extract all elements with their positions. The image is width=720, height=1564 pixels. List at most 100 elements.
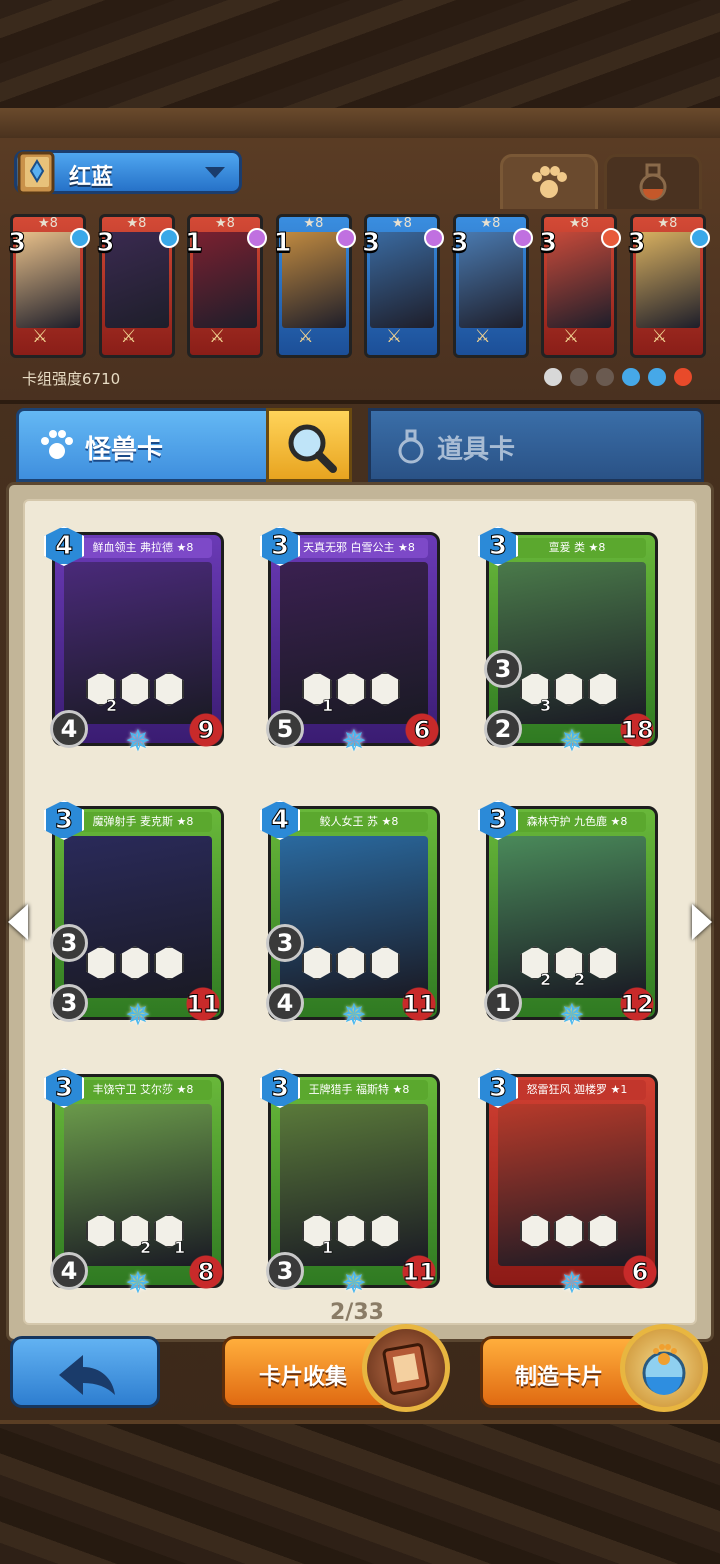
card-attack: 4 — [50, 1252, 88, 1290]
deck-card-gem-icon — [601, 228, 621, 248]
rarity-star-icon: ✵ — [559, 724, 585, 759]
monster-card[interactable]: 森林守护 九色鹿 ★8 3 ✵ 12 1 2 2 — [478, 800, 662, 1033]
craft-card-label: 制造卡片 — [515, 1365, 604, 1390]
monster-card[interactable]: 鲛人女王 苏 ★8 4 ✵ 11 4 3 — [260, 800, 444, 1033]
wind-icon — [648, 368, 666, 386]
monster-card[interactable]: 丰饶守卫 艾尔莎 ★8 3 ✵ 8 4 2 1 — [44, 1068, 228, 1301]
monster-card[interactable]: 魔弹射手 麦克斯 ★8 3 ✵ 11 3 3 — [44, 800, 228, 1033]
tab-monster-label: 怪兽卡 — [85, 435, 164, 465]
card-collection-book-icon[interactable] — [362, 1324, 450, 1412]
monster-card[interactable]: 王牌猎手 福斯特 ★8 3 ✵ 11 3 1 — [260, 1068, 444, 1301]
card-title: 鲜血领主 弗拉德 ★8 — [74, 538, 212, 558]
water-icon — [622, 368, 640, 386]
card-health: 8 — [184, 1254, 228, 1290]
deck-selector-dropdown[interactable]: 红蓝 — [14, 150, 242, 195]
deck-card-7[interactable]: ★8 3 ⚔ — [538, 214, 621, 358]
equip-slot-level: 3 — [540, 696, 552, 716]
equip-slot-level: 1 — [322, 1238, 334, 1258]
paw-icon — [41, 430, 73, 459]
card-title: 亶爰 类 ★8 — [508, 538, 646, 558]
deck-card-6[interactable]: ★8 3 ⚔ — [450, 214, 533, 358]
rarity-star-icon: ✵ — [125, 998, 151, 1033]
card-armor: 3 — [266, 924, 304, 962]
rarity-star-icon: ✵ — [341, 998, 367, 1033]
rarity-star-icon: ✵ — [125, 1266, 151, 1301]
deck-panel: 红蓝 ★8 3 ⚔ ★8 3 ⚔ ★8 1 ⚔ ★8 1 ⚔ ★8 3 ⚔ ★8 3 ⚔ ★8 3 ⚔ ★8 3 ⚔ 卡组强度… — [0, 138, 720, 404]
deck-power-label: 卡组强度6710 — [22, 370, 121, 388]
deck-card-equip-icon: ⚔ — [563, 326, 580, 347]
deck-card-cost: 1 — [273, 228, 292, 259]
fire-icon — [674, 368, 692, 386]
card-health: 11 — [394, 986, 444, 1022]
deck-card-2[interactable]: ★8 3 ⚔ — [96, 214, 179, 358]
rarity-star-icon: ✵ — [341, 724, 367, 759]
tab-creature-filter[interactable] — [500, 154, 598, 209]
deck-card-equip-icon: ⚔ — [297, 326, 314, 347]
deck-card-cost: 3 — [96, 228, 115, 259]
card-health: 18 — [612, 712, 662, 748]
chevron-down-icon — [205, 167, 225, 178]
deck-card-cost: 3 — [450, 228, 469, 259]
monster-card[interactable]: 天真无邪 白雪公主 ★8 3 ✵ 6 5 1 — [260, 526, 444, 759]
deck-card-equip-icon: ⚔ — [474, 326, 491, 347]
deck-card-gem-icon — [689, 228, 710, 248]
collection-tabs: 怪兽卡 道具卡 — [0, 402, 720, 484]
equip-slot-level: 1 — [322, 696, 334, 716]
deck-card-gem-icon — [70, 228, 90, 248]
card-title: 森林守护 九色鹿 ★8 — [508, 812, 646, 832]
deck-name: 红蓝 — [69, 165, 114, 190]
deck-card-cost: 1 — [184, 228, 204, 259]
card-title: 王牌猎手 福斯特 ★8 — [290, 1080, 428, 1100]
card-attack: 4 — [266, 984, 304, 1022]
next-page-arrow[interactable] — [692, 904, 712, 940]
card-title: 丰饶守卫 艾尔莎 ★8 — [74, 1080, 212, 1100]
card-health: 6 — [400, 712, 444, 748]
deck-element-icons — [544, 366, 692, 390]
paw-icon — [532, 166, 567, 198]
card-health: 12 — [612, 986, 662, 1022]
deck-card-cost: 3 — [538, 228, 558, 259]
monster-card[interactable]: 鲜血领主 弗拉德 ★8 4 ✵ 9 4 2 — [44, 526, 228, 759]
potion-icon — [398, 429, 424, 464]
deck-card-equip-icon: ⚔ — [651, 326, 668, 347]
deck-card-gem-icon — [158, 228, 179, 248]
card-attack: 4 — [50, 710, 88, 748]
deck-card-equip-icon: ⚔ — [209, 326, 226, 347]
rarity-star-icon: ✵ — [559, 998, 585, 1033]
equip-slot-level: 2 — [106, 696, 118, 716]
rarity-star-icon: ✵ — [559, 1266, 585, 1301]
card-health: 11 — [394, 1254, 444, 1290]
equip-slot-level: 1 — [174, 1238, 186, 1258]
back-button[interactable] — [10, 1336, 160, 1408]
deck-card-equip-icon: ⚔ — [32, 326, 49, 347]
deck-card-5[interactable]: ★8 3 ⚔ — [361, 214, 444, 358]
deck-card-cost: 3 — [7, 228, 27, 259]
card-attack: 3 — [50, 984, 88, 1022]
deck-card-8[interactable]: ★8 3 ⚔ — [627, 214, 710, 358]
page-indicator: 2/33 — [330, 1300, 384, 1325]
rarity-star-icon: ✵ — [341, 1266, 367, 1301]
monster-card[interactable]: 亶爰 类 ★8 3 ✵ 18 2 3 3 — [478, 526, 662, 759]
card-collection-label: 卡片收集 — [259, 1365, 348, 1390]
deck-card-1[interactable]: ★8 3 ⚔ — [7, 214, 90, 358]
prev-page-arrow[interactable] — [8, 904, 28, 940]
craft-potion-icon[interactable] — [620, 1324, 708, 1412]
potion-icon — [642, 1344, 686, 1395]
card-attack: 3 — [266, 1252, 304, 1290]
deck-card-3[interactable]: ★8 1 ⚔ — [184, 214, 267, 358]
deck-card-list: ★8 3 ⚔ ★8 3 ⚔ ★8 1 ⚔ ★8 1 ⚔ ★8 3 ⚔ ★8 3 ⚔ ★8 3 ⚔ ★8 3 ⚔ — [7, 214, 710, 362]
equip-slot-level: 2 — [540, 970, 552, 990]
deck-card-4[interactable]: ★8 1 ⚔ — [273, 214, 356, 358]
card-attack: 2 — [484, 710, 522, 748]
tab-prop-cards[interactable]: 道具卡 — [368, 408, 704, 482]
deck-card-equip-icon: ⚔ — [120, 326, 137, 347]
top-wood-background — [0, 0, 720, 110]
search-icon — [288, 424, 337, 473]
tab-monster-cards[interactable]: 怪兽卡 — [16, 408, 270, 482]
card-book-icon — [382, 1343, 430, 1395]
potion-icon — [639, 163, 667, 201]
monster-card[interactable]: 怒雷狂风 迦楼罗 ★1 3 ✵ 6 — [478, 1068, 662, 1301]
tab-item-filter[interactable] — [604, 154, 702, 209]
search-button[interactable] — [266, 408, 352, 482]
card-health: 6 — [618, 1254, 662, 1290]
